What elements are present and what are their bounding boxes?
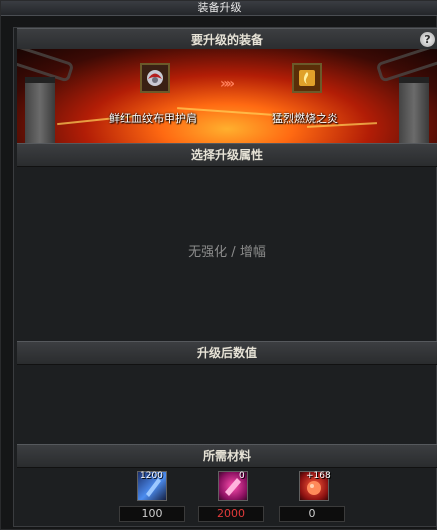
equipment-upgrade-window: 装备升级 要升级的装备 ? 鲜红血纹布甲护肩 »» 猛烈燃烧之炎 选择升级属性 … bbox=[0, 0, 437, 530]
lava-banner bbox=[17, 49, 437, 143]
pillar-left bbox=[25, 77, 55, 143]
after-values-title: 升级后数值 bbox=[196, 346, 257, 360]
materials-title: 所需材料 bbox=[202, 449, 251, 463]
material-2-required: 2000 bbox=[198, 506, 264, 522]
material-1-stock: 1200 bbox=[140, 471, 163, 481]
attribute-body-text: 无强化 / 增幅 bbox=[188, 245, 266, 260]
material-1-required: 100 bbox=[119, 506, 185, 522]
shoulder-armor-icon bbox=[142, 65, 168, 91]
flame-scroll-icon bbox=[294, 65, 320, 91]
attribute-header: 选择升级属性 bbox=[17, 143, 437, 167]
window-title: 装备升级 bbox=[1, 1, 437, 16]
source-item-slot[interactable] bbox=[140, 63, 170, 93]
source-item-name: 鲜红血纹布甲护肩 bbox=[109, 112, 197, 125]
material-1-required-value: 100 bbox=[141, 507, 163, 520]
help-icon[interactable]: ? bbox=[420, 32, 435, 47]
result-item-name: 猛烈燃烧之炎 bbox=[272, 112, 338, 125]
target-equipment-title: 要升级的装备 bbox=[190, 33, 263, 47]
materials-header: 所需材料 bbox=[17, 444, 437, 468]
result-item-slot[interactable] bbox=[292, 63, 322, 93]
material-3-stock-value: 168 bbox=[313, 471, 331, 481]
material-3-stock: +168 bbox=[306, 471, 331, 481]
material-2-required-value: 2000 bbox=[217, 507, 245, 520]
after-values-header: 升级后数值 bbox=[17, 341, 437, 365]
material-2-stock: 0 bbox=[239, 471, 245, 481]
material-3-required-value: 0 bbox=[308, 507, 316, 520]
attribute-title: 选择升级属性 bbox=[190, 148, 263, 162]
upgrade-arrow: »» bbox=[220, 76, 235, 92]
pillar-right bbox=[399, 77, 429, 143]
material-3-required: 0 bbox=[279, 506, 345, 522]
